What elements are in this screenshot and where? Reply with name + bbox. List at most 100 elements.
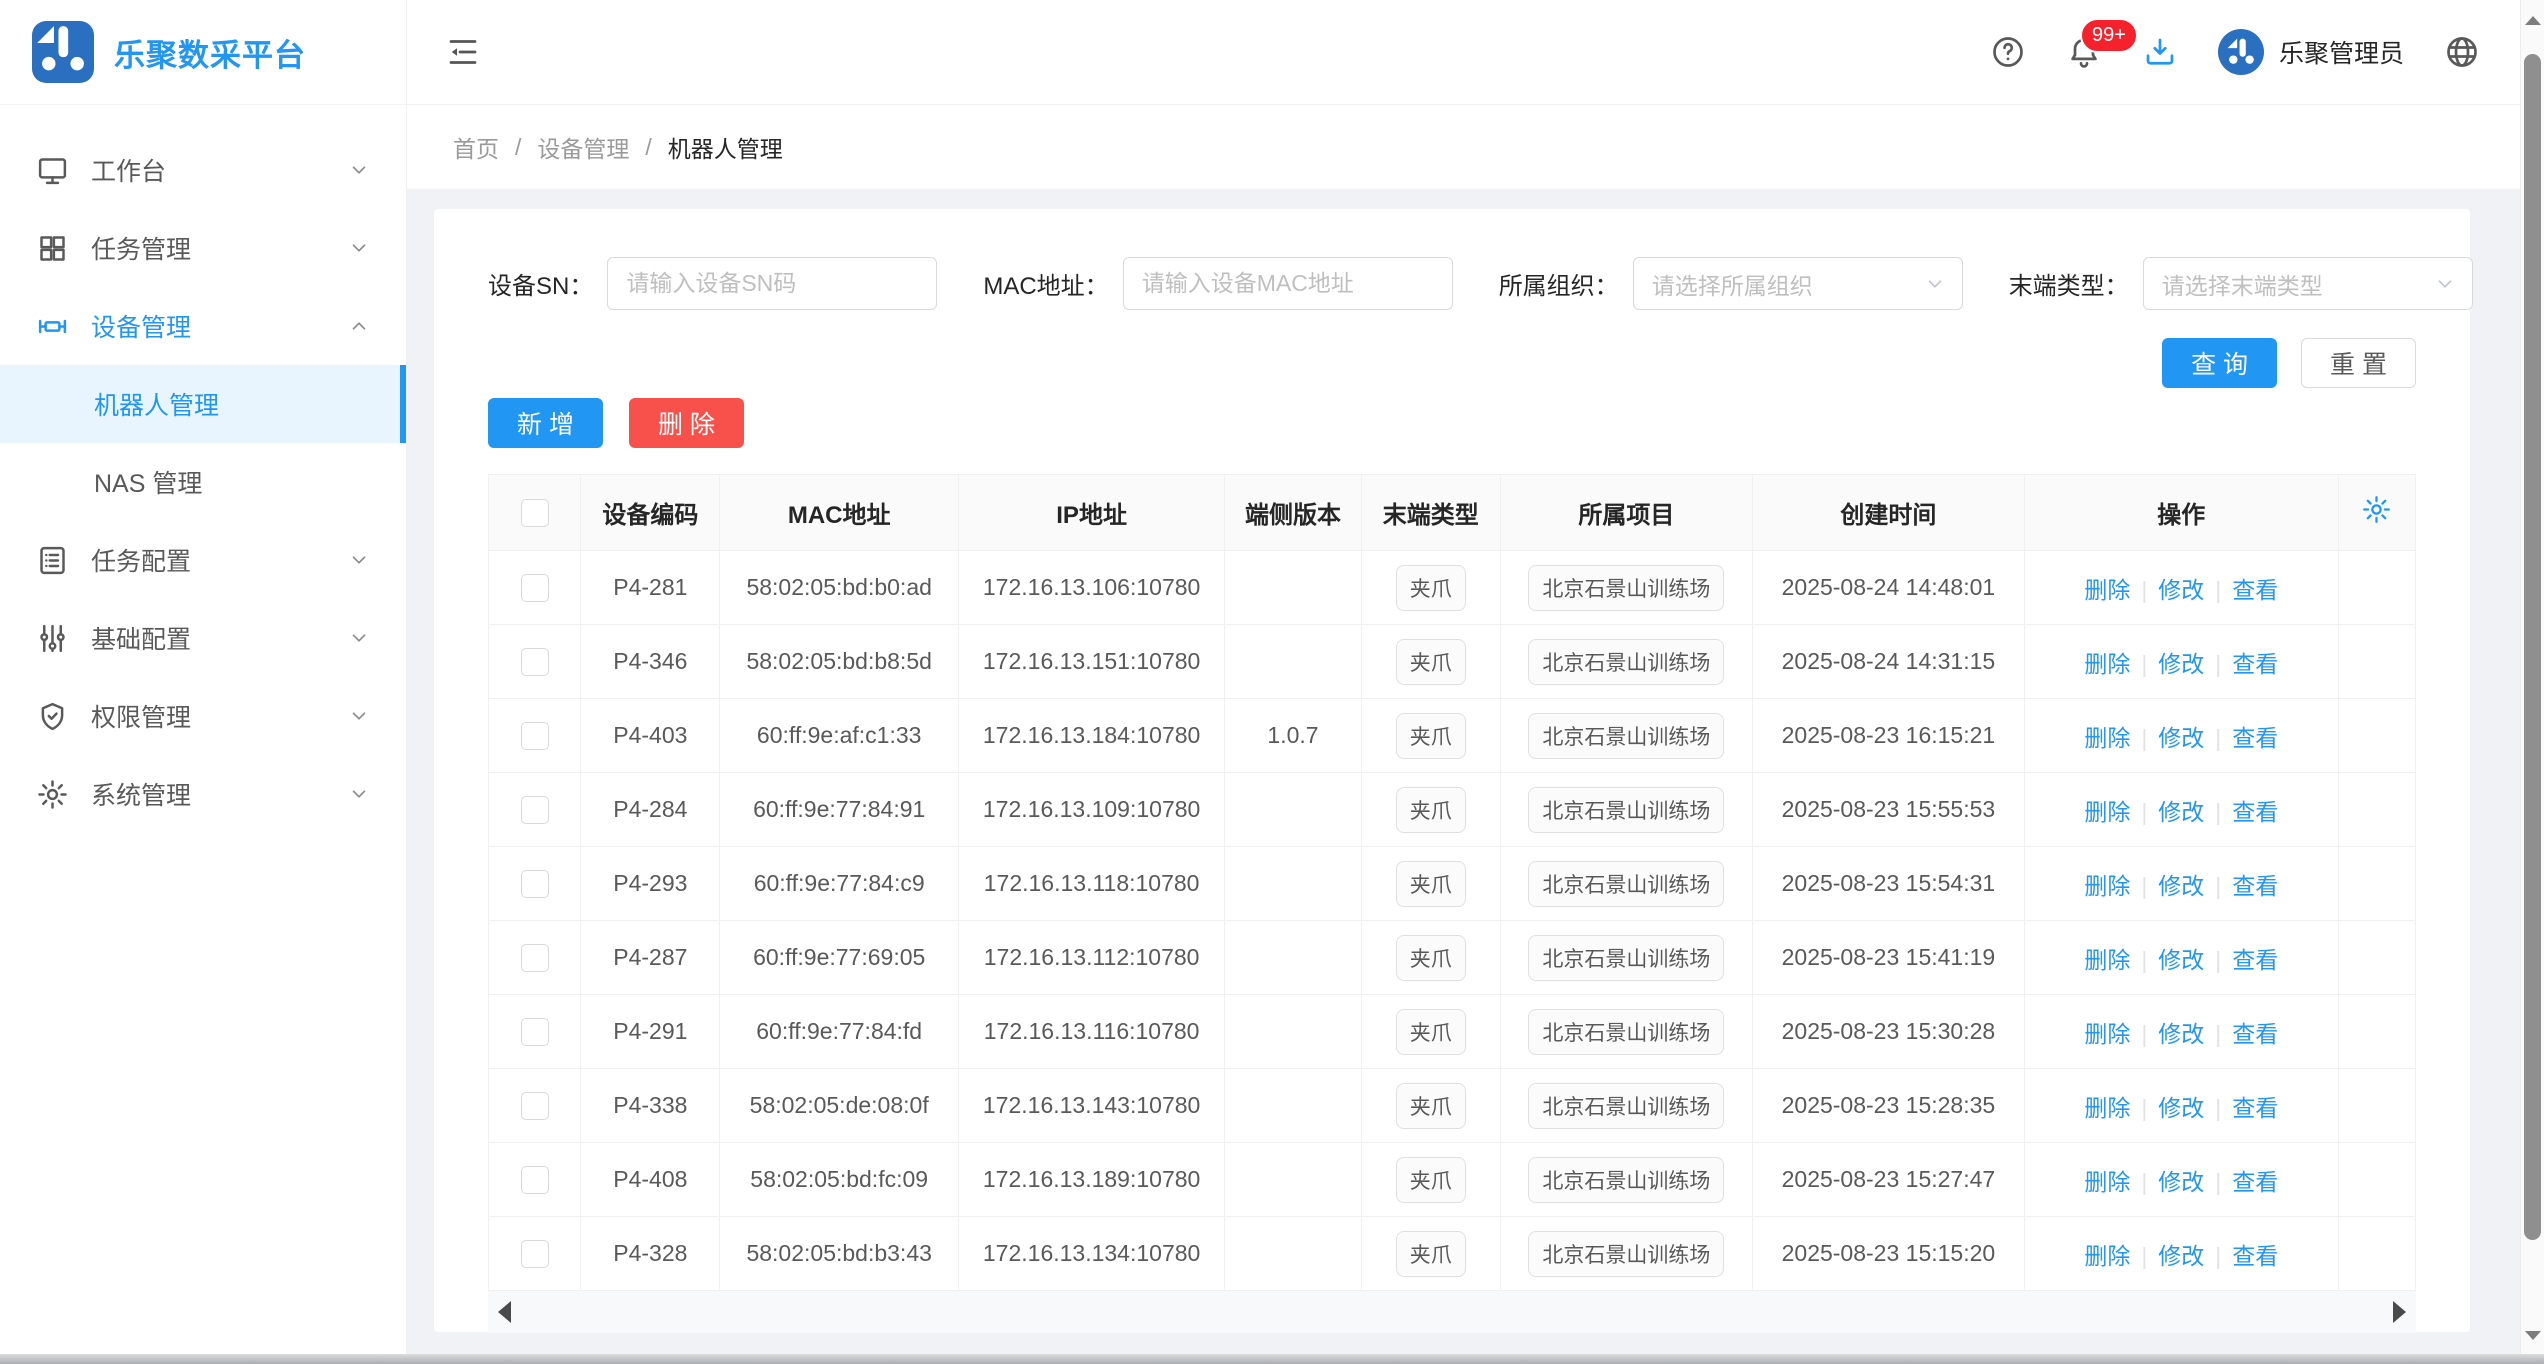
vertical-scrollbar[interactable] — [2520, 0, 2544, 1354]
edit-link[interactable]: 修改 — [2158, 873, 2204, 899]
select-all-checkbox[interactable] — [521, 499, 549, 527]
delete-link[interactable]: 删除 — [2084, 725, 2130, 751]
sidebar-item-device-management[interactable]: 设备管理 — [0, 287, 406, 365]
created-time: 2025-08-23 15:54:31 — [1753, 847, 2025, 921]
scroll-left-icon[interactable] — [498, 1301, 511, 1323]
delete-link[interactable]: 删除 — [2084, 577, 2130, 603]
action-separator: | — [2141, 651, 2147, 677]
col-created-time: 创建时间 — [1753, 475, 2025, 551]
horizontal-scrollbar[interactable] — [488, 1291, 2416, 1333]
delete-link[interactable]: 删除 — [2084, 947, 2130, 973]
delete-link[interactable]: 删除 — [2084, 651, 2130, 677]
device-sn-input[interactable] — [607, 257, 937, 310]
row-checkbox[interactable] — [521, 944, 549, 972]
mac-address-input[interactable] — [1123, 257, 1453, 310]
view-link[interactable]: 查看 — [2232, 873, 2278, 899]
breadcrumb-device-management[interactable]: 设备管理 — [537, 130, 629, 164]
row-checkbox[interactable] — [521, 722, 549, 750]
view-link[interactable]: 查看 — [2232, 1095, 2278, 1121]
row-checkbox[interactable] — [521, 1166, 549, 1194]
delete-link[interactable]: 删除 — [2084, 799, 2130, 825]
device-code: P4-284 — [581, 773, 720, 847]
edit-link[interactable]: 修改 — [2158, 799, 2204, 825]
chevron-down-icon — [348, 549, 370, 571]
notification-bell-icon[interactable]: 99+ — [2066, 34, 2102, 70]
row-actions: 删除|修改|查看 — [2024, 847, 2338, 921]
breadcrumb-home[interactable]: 首页 — [453, 130, 499, 164]
sidebar-item-workbench[interactable]: 工作台 — [0, 131, 406, 209]
view-link[interactable]: 查看 — [2232, 577, 2278, 603]
edit-link[interactable]: 修改 — [2158, 947, 2204, 973]
row-checkbox[interactable] — [521, 574, 549, 602]
chevron-down-icon — [348, 783, 370, 805]
edit-link[interactable]: 修改 — [2158, 1169, 2204, 1195]
view-link[interactable]: 查看 — [2232, 799, 2278, 825]
delete-link[interactable]: 删除 — [2084, 1021, 2130, 1047]
row-checkbox[interactable] — [521, 648, 549, 676]
menu-fold-icon[interactable] — [445, 34, 481, 70]
download-icon[interactable] — [2142, 34, 2178, 70]
help-icon[interactable] — [1990, 34, 2026, 70]
delete-link[interactable]: 删除 — [2084, 1095, 2130, 1121]
row-checkbox[interactable] — [521, 796, 549, 824]
mac-address: 58:02:05:bd:fc:09 — [720, 1143, 959, 1217]
view-link[interactable]: 查看 — [2232, 1169, 2278, 1195]
edit-link[interactable]: 修改 — [2158, 577, 2204, 603]
scroll-up-icon[interactable] — [2525, 16, 2541, 25]
scrollbar-thumb[interactable] — [2524, 54, 2541, 1240]
edit-link[interactable]: 修改 — [2158, 1243, 2204, 1269]
project-tag: 北京石景山训练场 — [1528, 861, 1724, 907]
scroll-down-icon[interactable] — [2525, 1331, 2541, 1340]
chevron-down-icon — [348, 237, 370, 259]
action-separator: | — [2215, 651, 2221, 677]
sidebar-item-task-management[interactable]: 任务管理 — [0, 209, 406, 287]
reset-button[interactable]: 重 置 — [2301, 338, 2416, 388]
sidebar-item-basic-config[interactable]: 基础配置 — [0, 599, 406, 677]
view-link[interactable]: 查看 — [2232, 1243, 2278, 1269]
ip-address: 172.16.13.112:10780 — [959, 921, 1225, 995]
terminal-type-select[interactable]: 请选择末端类型 — [2143, 257, 2473, 310]
sidebar-item-task-config[interactable]: 任务配置 — [0, 521, 406, 599]
mac-address: 58:02:05:de:08:0f — [720, 1069, 959, 1143]
sidebar-item-nas-management[interactable]: NAS 管理 — [0, 443, 406, 521]
search-button[interactable]: 查 询 — [2162, 338, 2277, 388]
sidebar-item-system-management[interactable]: 系统管理 — [0, 755, 406, 833]
row-checkbox[interactable] — [521, 1240, 549, 1268]
sidebar-item-permission-management[interactable]: 权限管理 — [0, 677, 406, 755]
row-checkbox[interactable] — [521, 870, 549, 898]
add-button[interactable]: 新 增 — [488, 398, 603, 448]
edit-link[interactable]: 修改 — [2158, 651, 2204, 677]
created-time: 2025-08-24 14:48:01 — [1753, 551, 2025, 625]
user-menu[interactable]: 乐聚管理员 — [2218, 29, 2404, 75]
col-ip-address: IP地址 — [959, 475, 1225, 551]
row-checkbox[interactable] — [521, 1018, 549, 1046]
scroll-right-icon[interactable] — [2393, 1301, 2406, 1323]
settings-spacer-cell — [2338, 551, 2415, 625]
view-link[interactable]: 查看 — [2232, 1021, 2278, 1047]
col-device-code: 设备编码 — [581, 475, 720, 551]
view-link[interactable]: 查看 — [2232, 725, 2278, 751]
edit-link[interactable]: 修改 — [2158, 1021, 2204, 1047]
language-globe-icon[interactable] — [2444, 34, 2480, 70]
delete-link[interactable]: 删除 — [2084, 1243, 2130, 1269]
view-link[interactable]: 查看 — [2232, 947, 2278, 973]
view-link[interactable]: 查看 — [2232, 651, 2278, 677]
delete-link[interactable]: 删除 — [2084, 1169, 2130, 1195]
terminal-type-cell: 夹爪 — [1361, 847, 1500, 921]
created-time: 2025-08-23 15:30:28 — [1753, 995, 2025, 1069]
settings-spacer-cell — [2338, 847, 2415, 921]
sidebar-item-robot-management[interactable]: 机器人管理 — [0, 365, 406, 443]
edit-link[interactable]: 修改 — [2158, 725, 2204, 751]
delete-link[interactable]: 删除 — [2084, 873, 2130, 899]
mac-address: 58:02:05:bd:b8:5d — [720, 625, 959, 699]
list-icon — [36, 544, 69, 577]
app-logo[interactable]: 乐聚数采平台 — [0, 0, 406, 105]
breadcrumb: 首页 / 设备管理 / 机器人管理 — [407, 105, 2520, 189]
action-separator: | — [2141, 947, 2147, 973]
row-checkbox[interactable] — [521, 1092, 549, 1120]
delete-button[interactable]: 删 除 — [629, 398, 744, 448]
table-settings-icon[interactable] — [2361, 494, 2392, 525]
row-checkbox-cell — [489, 921, 581, 995]
organization-select[interactable]: 请选择所属组织 — [1633, 257, 1963, 310]
edit-link[interactable]: 修改 — [2158, 1095, 2204, 1121]
